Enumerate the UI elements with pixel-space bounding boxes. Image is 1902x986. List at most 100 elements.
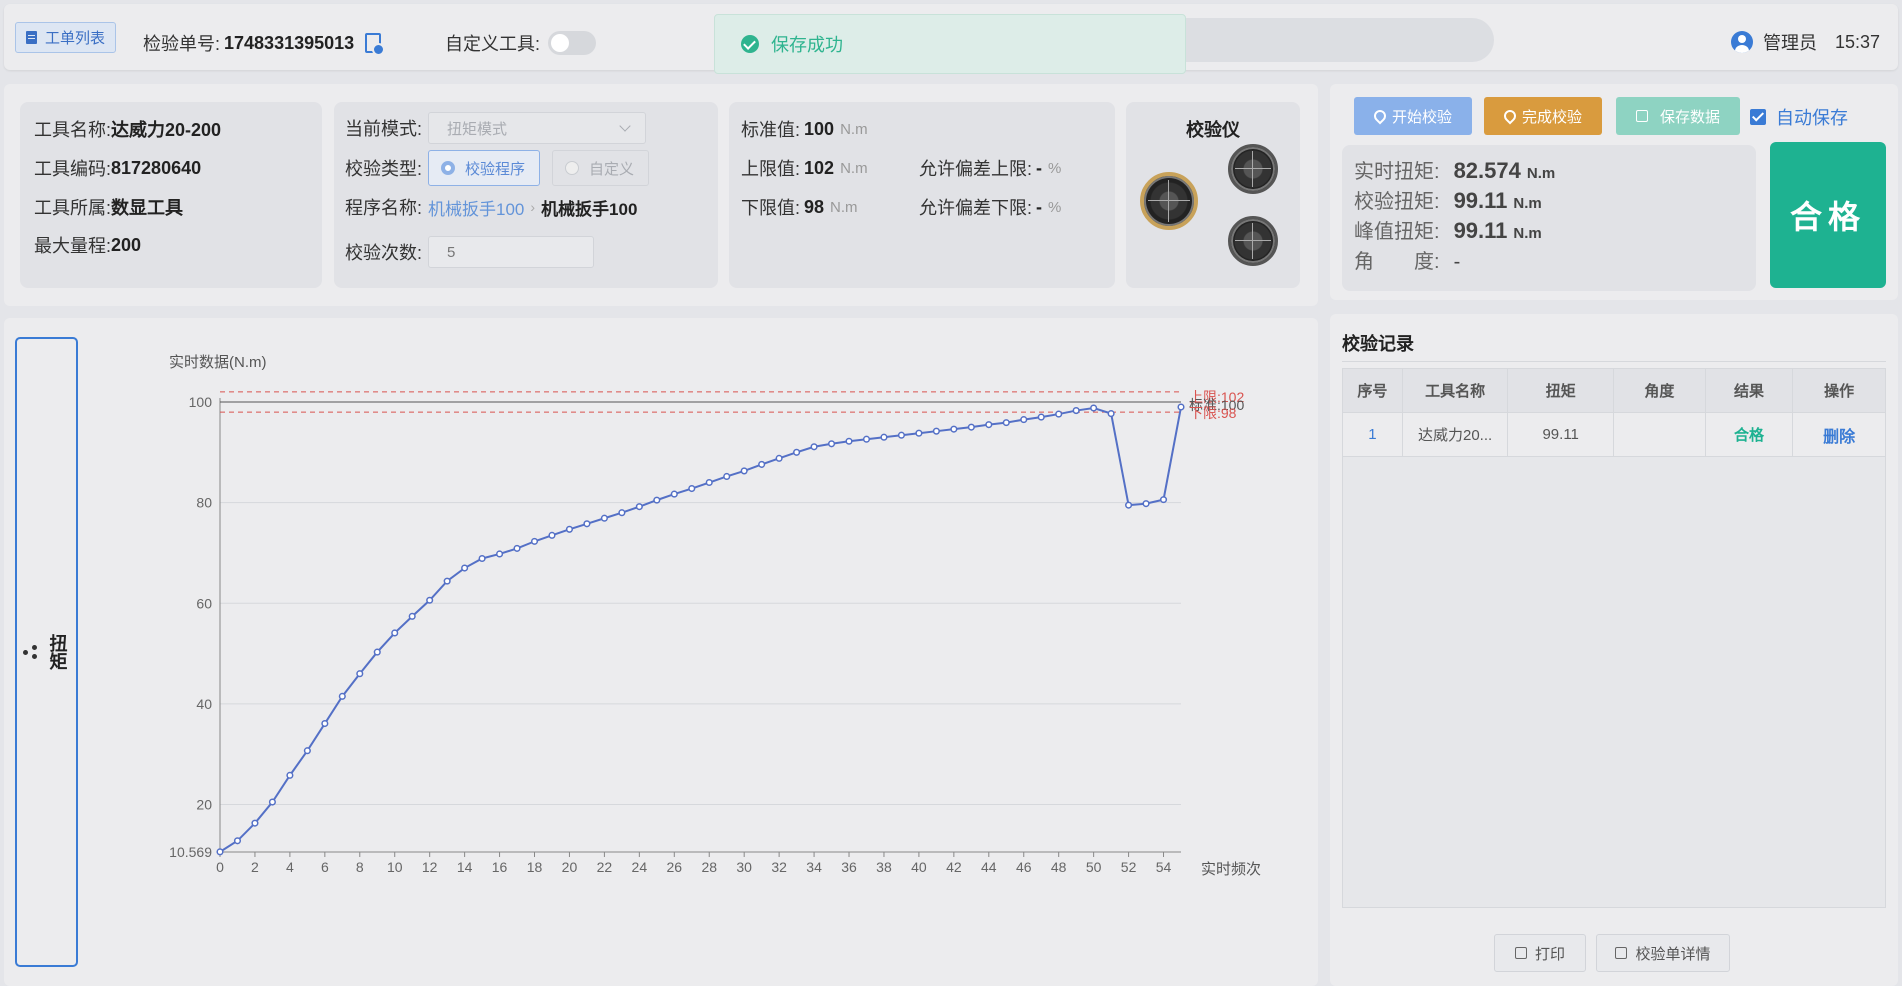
program-breadcrumb-2[interactable]: 机械扳手100 <box>541 195 637 220</box>
tol-down-value: - <box>1036 196 1043 217</box>
realtime-label: 实时扭矩: <box>1354 161 1440 183</box>
finish-calibration-button[interactable]: 完成校验 <box>1484 97 1602 135</box>
data-point <box>1037 413 1045 421</box>
delete-link[interactable]: 删除 <box>1793 413 1885 456</box>
angle-value: - <box>1453 251 1461 273</box>
checkbox-checked-icon[interactable] <box>1750 109 1766 125</box>
lower-value: 98 <box>804 196 825 217</box>
order-number-value: 1748331395013 <box>224 32 355 53</box>
cal-label: 校验扭矩: <box>1354 191 1440 213</box>
print-button[interactable]: 打印 <box>1494 934 1586 972</box>
data-point <box>810 443 818 451</box>
peak-value: 99.11 <box>1453 218 1508 243</box>
data-point <box>897 431 905 439</box>
data-point <box>653 496 661 504</box>
document-settings-icon[interactable] <box>365 33 386 56</box>
col-torque: 扭矩 <box>1508 369 1614 412</box>
data-point <box>548 531 556 539</box>
clock: 15:37 <box>1834 31 1880 52</box>
save-data-button[interactable]: 保存数据 <box>1616 97 1740 135</box>
user-info: 管理员 15:37 <box>1730 29 1880 55</box>
data-point <box>635 503 643 511</box>
x-tick-label: 44 <box>981 859 997 875</box>
gauge-dial-icon[interactable] <box>1228 144 1278 194</box>
angle: 角 度: - <box>1354 245 1460 274</box>
mode-select[interactable]: 扭矩模式 <box>428 112 647 144</box>
printer-icon <box>1514 947 1527 959</box>
records-title: 校验记录 <box>1342 324 1886 362</box>
data-point <box>496 550 504 558</box>
x-tick-label: 26 <box>667 859 683 875</box>
data-point <box>478 554 486 563</box>
radio-dot <box>441 161 456 175</box>
autosave-checkbox[interactable]: 自动保存 <box>1750 104 1848 130</box>
document-icon <box>1615 947 1628 959</box>
finish-label: 完成校验 <box>1521 108 1582 126</box>
custom-tool-toggle[interactable] <box>548 31 597 55</box>
user-name[interactable]: 管理员 <box>1763 29 1817 55</box>
user-icon[interactable] <box>1730 31 1753 53</box>
gauge-dial-icon[interactable] <box>1228 216 1278 266</box>
x-tick-label: 34 <box>806 859 822 875</box>
tol-up-value: - <box>1036 157 1043 178</box>
x-tick-label: 32 <box>771 859 787 875</box>
std-unit: N.m <box>840 120 868 138</box>
tool-type-row: 工具所属: 数显工具 <box>34 194 183 220</box>
program-breadcrumb-1[interactable]: 机械扳手100 <box>428 195 524 220</box>
metrics-card: 实时扭矩: 82.574 N.m 校验扭矩: 99.11 N.m 峰值扭矩: 9… <box>1342 145 1756 291</box>
cal-type-row: 校验类型: 校验程序 自定义 <box>345 150 650 186</box>
data-point <box>391 629 399 637</box>
radio-program[interactable]: 校验程序 <box>428 150 541 186</box>
tool-name-row: 工具名称: 达威力20-200 <box>34 116 221 142</box>
x-tick-label: 6 <box>321 859 329 875</box>
data-point <box>583 520 591 528</box>
tool-code-row: 工具编码: 817280640 <box>34 155 201 181</box>
table-row: 1 达威力20... 99.11 合格 删除 <box>1343 413 1885 457</box>
lower-row: 下限值: 98 N.m <box>741 194 858 220</box>
data-point <box>565 525 574 533</box>
data-point <box>670 490 678 498</box>
x-tick-label: 2 <box>251 859 259 875</box>
data-point <box>740 467 748 475</box>
peak-unit: N.m <box>1513 225 1542 242</box>
data-point <box>618 509 626 517</box>
data-point <box>513 544 521 552</box>
wrench-icon <box>1371 107 1389 125</box>
calibration-detail-button[interactable]: 校验单详情 <box>1596 934 1730 972</box>
data-point <box>862 435 871 443</box>
angle-label: 角 度: <box>1354 251 1440 273</box>
data-point <box>461 564 469 572</box>
y-tick-label: 60 <box>196 595 212 611</box>
control-panel: 开始校验 完成校验 保存数据 自动保存 实时扭矩: 82.574 N.m 校验扭… <box>1330 84 1898 300</box>
tol-down-label: 允许偏差下限: <box>919 198 1033 218</box>
torque-line-chart: 10.569204060801000 2 4 6 8 10 12 14 16 18 20 22 24 26… <box>169 354 1261 878</box>
data-point <box>1072 407 1080 415</box>
radio-dot <box>565 161 580 175</box>
tool-code-value: 817280640 <box>111 157 202 178</box>
tol-down-unit: % <box>1048 198 1062 216</box>
data-point <box>426 596 434 604</box>
x-tick-label: 50 <box>1086 859 1102 875</box>
custom-tool-label: 自定义工具: <box>445 34 541 54</box>
order-list-button[interactable]: 工单列表 <box>15 22 117 53</box>
data-point <box>1020 416 1028 424</box>
records-panel: 校验记录 序号 工具名称 扭矩 角度 结果 操作 1 达威力20... 99.1… <box>1330 314 1898 986</box>
data-point <box>1090 404 1098 412</box>
data-point <box>967 423 975 431</box>
radio-custom[interactable]: 自定义 <box>552 150 650 186</box>
list-icon <box>26 31 37 44</box>
cell-result: 合格 <box>1706 413 1794 456</box>
data-point <box>600 514 608 522</box>
gauge-dial-icon-active[interactable] <box>1140 172 1198 230</box>
count-input[interactable]: 5 <box>428 236 595 268</box>
start-calibration-button[interactable]: 开始校验 <box>1354 97 1472 135</box>
data-point <box>775 454 783 462</box>
data-point <box>688 484 696 493</box>
x-tick-label: 52 <box>1121 859 1137 875</box>
tol-up-unit: % <box>1048 159 1062 177</box>
x-tick-label: 30 <box>736 859 752 875</box>
x-tick-label: 24 <box>632 859 648 875</box>
upper-unit: N.m <box>840 159 868 177</box>
data-point <box>233 837 242 845</box>
tool-code-label: 工具编码: <box>34 159 112 179</box>
